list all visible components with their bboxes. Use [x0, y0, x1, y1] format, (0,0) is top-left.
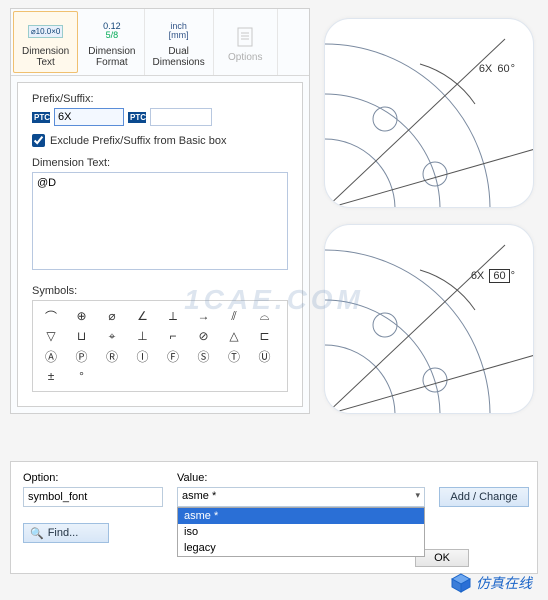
symbol-button[interactable]: ⊕ — [70, 307, 94, 325]
dimension-text-tab[interactable]: ⌀10.0×0 Dimension Text — [13, 11, 78, 73]
symbol-button[interactable]: Ⓣ — [222, 347, 246, 365]
symbol-button[interactable] — [192, 367, 216, 385]
dual-dimensions-icon: inch[mm] — [169, 18, 189, 44]
symbol-button[interactable]: Ⓢ — [192, 347, 216, 365]
dimension-properties-panel: ⌀10.0×0 Dimension Text 0.125/8 Dimension… — [10, 8, 310, 414]
symbol-button[interactable]: ⊏ — [253, 327, 277, 345]
symbol-button[interactable]: ∠ — [131, 307, 155, 325]
watermark-brand: 仿真在线 — [450, 572, 532, 594]
symbol-button[interactable]: Ⓐ — [39, 347, 63, 365]
prefix-suffix-label: Prefix/Suffix: — [32, 93, 288, 105]
dropdown-item[interactable]: asme * — [178, 508, 424, 524]
dimension-text-label: Dimension Text: — [32, 157, 288, 169]
exclude-checkbox[interactable] — [32, 134, 45, 147]
option-name-input[interactable] — [23, 487, 163, 507]
symbol-button[interactable]: Ⓕ — [161, 347, 185, 365]
watermark-text: 1CAE.COM — [184, 284, 364, 316]
value-label: Value: — [177, 472, 425, 484]
dropdown-item[interactable]: legacy — [178, 540, 424, 556]
options-icon — [235, 24, 255, 50]
symbol-button[interactable]: ⌖ — [100, 327, 124, 345]
tab-label: Dimension Text — [22, 46, 69, 68]
symbol-button[interactable]: Ⓟ — [70, 347, 94, 365]
suffix-input[interactable] — [150, 108, 212, 126]
symbol-button[interactable]: Ⓘ — [131, 347, 155, 365]
dual-dimensions-tab[interactable]: inch[mm] Dual Dimensions — [145, 9, 214, 75]
exclude-checkbox-row[interactable]: Exclude Prefix/Suffix from Basic box — [32, 134, 288, 147]
ptc-badge-icon: PTC — [128, 112, 146, 123]
dimension-callout: 6X 60° — [471, 269, 515, 283]
exclude-label: Exclude Prefix/Suffix from Basic box — [50, 135, 226, 147]
prefix-input[interactable] — [54, 108, 124, 126]
symbol-button[interactable]: ⌒ — [39, 307, 63, 325]
value-select[interactable]: asme * asme *isolegacy — [177, 487, 425, 507]
symbol-button[interactable] — [161, 367, 185, 385]
dimension-format-tab[interactable]: 0.125/8 Dimension Format — [80, 9, 144, 75]
options-tab[interactable]: Options — [214, 9, 278, 75]
cube-icon — [450, 572, 472, 594]
value-dropdown: asme *isolegacy — [177, 507, 425, 557]
symbol-button[interactable] — [100, 367, 124, 385]
dimension-format-icon: 0.125/8 — [103, 18, 121, 44]
symbol-button[interactable]: Ⓡ — [100, 347, 124, 365]
dimension-text-input[interactable]: @D — [32, 172, 288, 270]
magnifier-icon: 🔍 — [30, 527, 44, 540]
config-option-panel: Option: 🔍 Find... Value: asme * asme *is… — [10, 461, 538, 574]
symbol-button[interactable]: ⊥ — [131, 327, 155, 345]
ribbon-toolbar: ⌀10.0×0 Dimension Text 0.125/8 Dimension… — [11, 9, 309, 76]
symbol-button[interactable]: Ⓤ — [253, 347, 277, 365]
tab-label: Dimension Format — [88, 46, 135, 68]
drawing-preview-1: 6X 60° — [324, 18, 534, 208]
add-change-button[interactable]: Add / Change — [439, 487, 529, 507]
symbol-button[interactable]: ° — [70, 367, 94, 385]
tab-label: Dual Dimensions — [153, 46, 205, 68]
dropdown-item[interactable]: iso — [178, 524, 424, 540]
ptc-badge-icon: PTC — [32, 112, 50, 123]
find-button[interactable]: 🔍 Find... — [23, 523, 109, 543]
symbol-button[interactable]: ▽ — [39, 327, 63, 345]
symbol-button[interactable]: △ — [222, 327, 246, 345]
drawing-preview-2: 6X 60° — [324, 224, 534, 414]
symbol-button[interactable] — [253, 367, 277, 385]
symbol-button[interactable]: ± — [39, 367, 63, 385]
symbol-button[interactable]: ⊔ — [70, 327, 94, 345]
dimension-callout: 6X 60° — [479, 63, 515, 75]
symbol-button[interactable]: ⌐ — [161, 327, 185, 345]
symbol-button[interactable]: ⟂ — [161, 307, 185, 325]
symbol-button[interactable]: ⊘ — [192, 327, 216, 345]
option-label: Option: — [23, 472, 163, 484]
symbol-button[interactable]: ⌀ — [100, 307, 124, 325]
dimension-text-icon: ⌀10.0×0 — [28, 18, 64, 44]
symbol-button[interactable] — [131, 367, 155, 385]
symbol-button[interactable] — [222, 367, 246, 385]
tab-label: Options — [228, 52, 262, 63]
value-select-box[interactable]: asme * — [177, 487, 425, 507]
form-body: Prefix/Suffix: PTC PTC Exclude Prefix/Su… — [17, 82, 303, 407]
